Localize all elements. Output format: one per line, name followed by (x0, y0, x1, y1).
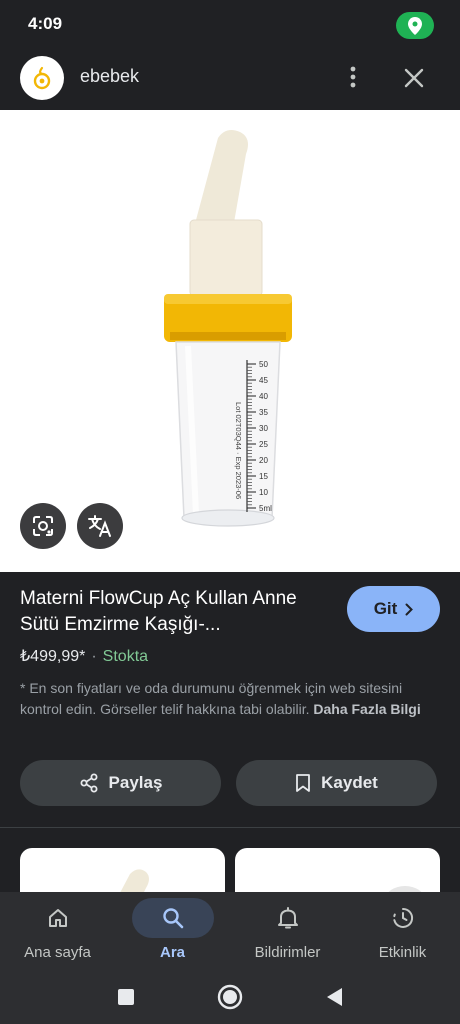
bottom-navigation: Ana sayfa Ara Bildirimler Etkinlik (0, 892, 460, 970)
scale-label: 5ml (259, 504, 272, 513)
lot-text: Lot 02T03Q44 · Exp 2023-06 (234, 402, 243, 499)
stock-status: Stokta (102, 648, 149, 665)
related-product-thumbnail (120, 869, 149, 892)
scale-label: 15 (259, 472, 268, 481)
system-navigation-bar (0, 970, 460, 1024)
close-button[interactable] (398, 62, 430, 94)
save-label: Kaydet (321, 773, 378, 792)
home-system-button[interactable] (215, 982, 245, 1012)
circle-icon (217, 984, 243, 1010)
status-bar: 4:09 (0, 0, 460, 48)
location-pin-icon (408, 16, 422, 35)
product-info-panel: Materni FlowCup Aç Kullan Anne Sütü Emzi… (0, 572, 460, 828)
close-icon (404, 68, 424, 88)
related-card[interactable] (20, 848, 225, 892)
nav-icon-container (131, 898, 214, 938)
share-label: Paylaş (108, 773, 163, 792)
more-info-link[interactable]: Daha Fazla Bilgi (313, 701, 420, 717)
lens-icon (33, 516, 53, 536)
more-options-button[interactable] (340, 62, 366, 92)
product-title[interactable]: Materni FlowCup Aç Kullan Anne Sütü Emzi… (20, 586, 320, 638)
nav-icon-container (256, 898, 320, 938)
price: ₺499,99* (20, 648, 86, 665)
share-icon (80, 773, 98, 793)
status-time: 4:09 (28, 14, 63, 33)
site-logo[interactable] (20, 56, 64, 100)
related-card[interactable] (235, 848, 440, 892)
ebebek-logo-icon (33, 66, 51, 90)
location-indicator (396, 12, 434, 39)
nav-label: Etkinlik (378, 944, 427, 961)
nav-item-home[interactable]: Ana sayfa (0, 892, 115, 970)
nav-icon-container (371, 898, 435, 938)
scale-label: 10 (259, 488, 268, 497)
product-image[interactable]: 50 45 40 35 30 25 20 15 10 5ml Lot 02T03Q44 · Exp… (0, 110, 460, 572)
nav-label: Bildirimler (254, 944, 321, 961)
app-header: ebebek (0, 48, 460, 110)
visit-site-label: Git (373, 599, 398, 618)
translate-icon (88, 515, 111, 537)
related-product-thumbnail (388, 886, 422, 892)
visit-site-button[interactable]: Git (347, 586, 440, 632)
scale-label: 30 (259, 424, 268, 433)
price-row: ₺499,99* · Stokta (20, 646, 148, 666)
recent-apps-button[interactable] (111, 982, 141, 1012)
nav-label: Ara (159, 944, 185, 961)
save-button[interactable]: Kaydet (236, 760, 437, 806)
nav-label: Ana sayfa (24, 944, 91, 961)
square-icon (118, 989, 134, 1005)
nav-item-activity[interactable]: Etkinlik (345, 892, 460, 970)
related-results (0, 828, 460, 892)
bookmark-icon (296, 774, 311, 792)
separator-dot: · (91, 648, 97, 665)
scale-label: 45 (259, 376, 268, 385)
search-icon (162, 908, 183, 929)
site-name[interactable]: ebebek (80, 66, 139, 87)
share-button[interactable]: Paylaş (20, 760, 221, 806)
nav-icon-container (26, 898, 90, 938)
lens-search-button[interactable] (20, 503, 66, 549)
scale-label: 40 (259, 392, 268, 401)
chevron-right-icon (405, 603, 414, 615)
nav-item-search[interactable]: Ara (115, 892, 230, 970)
translate-button[interactable] (77, 503, 123, 549)
home-icon (48, 909, 67, 927)
scale-label: 35 (259, 408, 268, 417)
feeding-cup-illustration: 50 45 40 35 30 25 20 15 10 5ml Lot 02T03Q44 · Exp… (164, 130, 292, 527)
scale-label: 20 (259, 456, 268, 465)
back-triangle-icon (327, 988, 342, 1006)
back-button[interactable] (319, 982, 349, 1012)
activity-icon (392, 907, 413, 928)
more-vert-icon (350, 66, 356, 88)
nav-item-notifications[interactable]: Bildirimler (230, 892, 345, 970)
bell-icon (277, 907, 298, 929)
disclaimer: * En son fiyatları ve oda durumunu öğren… (20, 678, 440, 720)
scale-label: 50 (259, 360, 268, 369)
scale-label: 25 (259, 440, 268, 449)
